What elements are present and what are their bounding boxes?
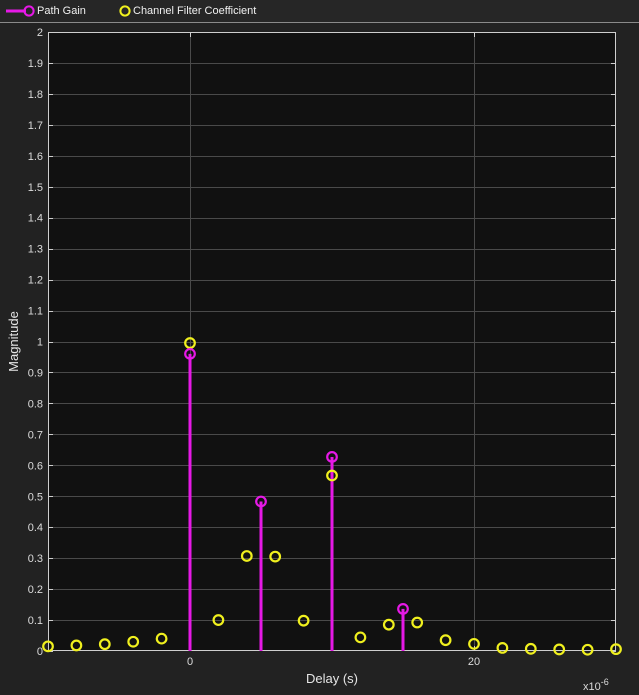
y-tick-label: 0.1 — [28, 615, 43, 627]
y-tick-label: 1.2 — [28, 275, 43, 287]
y-tick-label: 1.9 — [28, 58, 43, 70]
chart-figure: Path Gain Channel Filter Coefficient 0 0.1… — [0, 0, 639, 695]
y-tick-label: 1.6 — [28, 151, 43, 163]
legend-channel-filter-label[interactable]: Channel Filter Coefficient — [133, 5, 256, 17]
y-tick-label: 1.4 — [28, 213, 43, 225]
legend-path-gain-label[interactable]: Path Gain — [37, 5, 86, 17]
stem-chart: Path Gain Channel Filter Coefficient 0 0.1… — [0, 0, 639, 693]
y-tick-label: 0.4 — [28, 522, 43, 534]
y-tick-label: 0.2 — [28, 584, 43, 596]
x-tick-label: 0 — [187, 656, 193, 668]
y-tick-label: 1.7 — [28, 120, 43, 132]
x-tick-label: 20 — [468, 656, 480, 668]
y-tick-label: 0.7 — [28, 429, 43, 441]
y-tick-label: 0.5 — [28, 491, 43, 503]
x-exponent-base: x10 — [583, 681, 601, 693]
x-axis-exponent: x10-6 — [583, 677, 609, 693]
y-tick-label: 1 — [37, 337, 43, 349]
x-axis-label: Delay (s) — [306, 671, 358, 686]
y-tick-label: 0.6 — [28, 460, 43, 472]
y-tick-label: 2 — [37, 27, 43, 39]
y-tick-label: 0.3 — [28, 553, 43, 565]
legend-background — [0, 0, 639, 22]
y-tick-label: 0.8 — [28, 398, 43, 410]
y-tick-label: 0 — [37, 646, 43, 658]
y-tick-label: 0.9 — [28, 367, 43, 379]
y-tick-label: 1.5 — [28, 182, 43, 194]
y-tick-label: 1.1 — [28, 306, 43, 318]
y-tick-label: 1.8 — [28, 89, 43, 101]
x-exponent-power: -6 — [601, 677, 609, 687]
y-tick-label: 1.3 — [28, 244, 43, 256]
y-axis-label: Magnitude — [6, 311, 21, 372]
